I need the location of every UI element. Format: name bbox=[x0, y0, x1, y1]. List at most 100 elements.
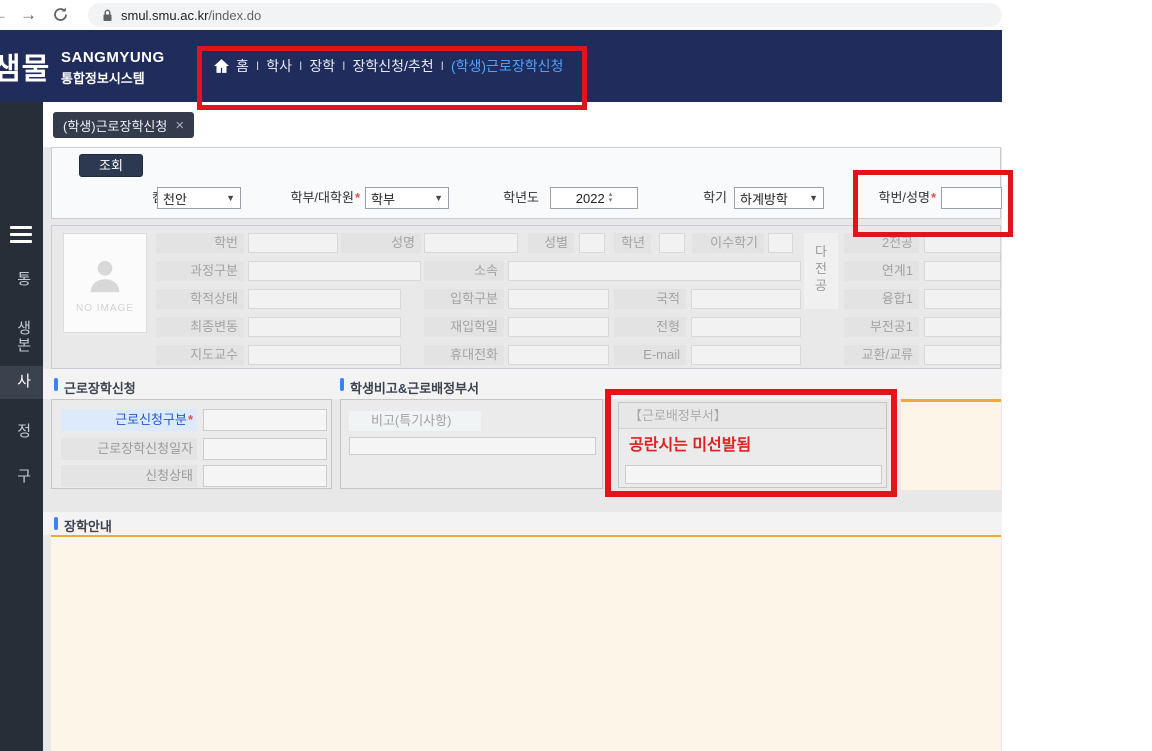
section-bar bbox=[54, 517, 58, 530]
sidebar-item-1[interactable]: 생 bbox=[0, 320, 43, 338]
year-spinner[interactable]: 2022 ▴▾ bbox=[550, 187, 638, 209]
app-header: 샘물 SANGMYUNG 통합정보시스템 홈 I 학사 I 장학 I 장학신청/… bbox=[0, 30, 1002, 102]
field-label: 과정구분 bbox=[156, 261, 244, 281]
section-header-band bbox=[43, 369, 1002, 399]
nav-separator: I bbox=[299, 59, 302, 73]
tab-work-scholarship[interactable]: (학생)근로장학신청 × bbox=[53, 112, 194, 138]
spin-down-icon[interactable]: ▾ bbox=[609, 198, 613, 204]
field-label: 휴대전화 bbox=[424, 345, 504, 365]
filter-panel: 조회 캠퍼스* 천안▼ 학부/대학원* 학부▼ 학년도 2022 ▴▾ 학기 하… bbox=[51, 147, 1001, 219]
campus-select[interactable]: 천안▼ bbox=[157, 187, 241, 209]
field-label: 소속 bbox=[424, 261, 504, 281]
year-label: 학년도 bbox=[489, 187, 539, 209]
student-id-name-input[interactable] bbox=[941, 187, 1002, 209]
work-type-label: 근로신청구분* bbox=[61, 409, 197, 431]
logo-subtitle: 통합정보시스템 bbox=[61, 68, 145, 87]
nav-item-active-work-scholarship[interactable]: (학생)근로장학신청 bbox=[451, 56, 563, 76]
field-value bbox=[924, 261, 1001, 281]
field-value bbox=[508, 317, 609, 337]
sidebar-item-5[interactable]: 구 bbox=[0, 468, 43, 486]
nav-item-haksa[interactable]: 학사 bbox=[266, 56, 292, 76]
student-info-panel: NO IMAGE 학번 성명 성별 학년 이수학기 2전공 다전공 과정구분 소… bbox=[51, 225, 1001, 369]
work-date-input bbox=[203, 438, 327, 460]
search-button[interactable]: 조회 bbox=[79, 154, 143, 177]
field-label: E-mail bbox=[614, 345, 686, 365]
field-label: 융합1 bbox=[844, 289, 919, 309]
work-type-input bbox=[203, 409, 327, 431]
nav-item-janghak[interactable]: 장학 bbox=[309, 56, 335, 76]
semester-label: 학기 bbox=[691, 187, 727, 209]
field-value bbox=[508, 289, 609, 309]
required-mark: * bbox=[931, 190, 936, 205]
assignment-warning-text: 공란시는 미선발됨 bbox=[619, 431, 886, 461]
assignment-dept-input bbox=[625, 465, 882, 484]
forward-icon[interactable]: → bbox=[20, 0, 37, 30]
logo-symbol: 샘물 bbox=[0, 44, 50, 88]
field-value bbox=[248, 261, 421, 281]
no-image-label: NO IMAGE bbox=[76, 303, 134, 314]
sidebar: 통 생 본 사 정 구 bbox=[0, 102, 43, 751]
field-label: 최종변동 bbox=[156, 317, 244, 337]
browser-toolbar: ← → smul.smu.ac.kr/index.do bbox=[0, 0, 1152, 30]
work-section-title: 근로장학신청 bbox=[64, 378, 136, 397]
sidebar-item-3[interactable]: 사 bbox=[0, 373, 43, 391]
note-input bbox=[349, 437, 596, 455]
back-icon[interactable]: ← bbox=[0, 0, 8, 30]
tab-label: (학생)근로장학신청 bbox=[63, 116, 167, 135]
work-status-input bbox=[203, 465, 327, 487]
work-date-label: 근로장학신청일자 bbox=[61, 438, 197, 460]
division-select[interactable]: 학부▼ bbox=[365, 187, 449, 209]
field-label: 학년 bbox=[614, 233, 651, 253]
refresh-icon[interactable] bbox=[52, 6, 69, 23]
sidebar-item-2[interactable]: 본 bbox=[0, 337, 43, 355]
field-value bbox=[508, 261, 801, 281]
sidebar-item-4[interactable]: 정 bbox=[0, 423, 43, 441]
nav-home[interactable]: 홈 bbox=[236, 56, 249, 76]
field-value bbox=[659, 233, 685, 253]
url-bar[interactable]: smul.smu.ac.kr/index.do bbox=[88, 3, 1002, 27]
semester-select[interactable]: 하계방학▼ bbox=[734, 187, 824, 209]
tab-bar: (학생)근로장학신청 × bbox=[43, 102, 1002, 147]
field-label: 연계1 bbox=[844, 261, 919, 281]
field-label: 지도교수 bbox=[156, 345, 244, 365]
field-value bbox=[248, 317, 401, 337]
person-icon bbox=[82, 253, 128, 299]
note-section-title: 학생비고&근로배정부서 bbox=[350, 378, 479, 397]
field-value bbox=[924, 233, 1001, 253]
student-photo-placeholder: NO IMAGE bbox=[63, 233, 147, 333]
field-label: 학번 bbox=[156, 233, 244, 253]
field-value bbox=[424, 233, 518, 253]
sidebar-item-0[interactable]: 통 bbox=[0, 271, 43, 289]
student-id-name-label: 학번/성명* bbox=[856, 187, 936, 209]
required-mark: * bbox=[355, 190, 360, 205]
lock-icon bbox=[102, 9, 113, 22]
side-cream-panel bbox=[901, 399, 1001, 490]
nav-separator: I bbox=[441, 59, 444, 73]
field-label: 이수학기 bbox=[692, 233, 764, 253]
division-label: 학부/대학원* bbox=[256, 187, 360, 209]
field-label: 부전공1 bbox=[844, 317, 919, 337]
assignment-dept-title: 【근로배정부서】 bbox=[619, 403, 886, 429]
chevron-down-icon: ▼ bbox=[434, 193, 443, 203]
menu-hamburger-icon[interactable] bbox=[10, 226, 32, 243]
chevron-down-icon: ▼ bbox=[226, 193, 235, 203]
url-host: smul.smu.ac.kr bbox=[121, 8, 208, 23]
section-bar bbox=[54, 378, 58, 391]
field-value bbox=[248, 289, 401, 309]
nav-separator: I bbox=[342, 59, 345, 73]
guide-header-band bbox=[43, 512, 1002, 535]
field-value bbox=[924, 317, 1001, 337]
multi-major-vertical-label: 다전공 bbox=[804, 233, 838, 309]
field-value bbox=[691, 289, 801, 309]
field-value bbox=[248, 233, 338, 253]
breadcrumb-nav: 홈 I 학사 I 장학 I 장학신청/추천 I (학생)근로장학신청 bbox=[214, 30, 563, 102]
student-note-panel: 비고(특기사항) bbox=[340, 399, 603, 489]
section-bar bbox=[340, 378, 344, 391]
tab-close-icon[interactable]: × bbox=[175, 117, 184, 134]
field-label: 국적 bbox=[614, 289, 686, 309]
nav-item-janghak-apply[interactable]: 장학신청/추천 bbox=[352, 56, 433, 76]
guide-body-panel bbox=[51, 535, 1001, 751]
home-icon[interactable] bbox=[214, 59, 229, 73]
guide-section-title: 장학안내 bbox=[64, 516, 112, 535]
field-label: 전형 bbox=[614, 317, 686, 337]
